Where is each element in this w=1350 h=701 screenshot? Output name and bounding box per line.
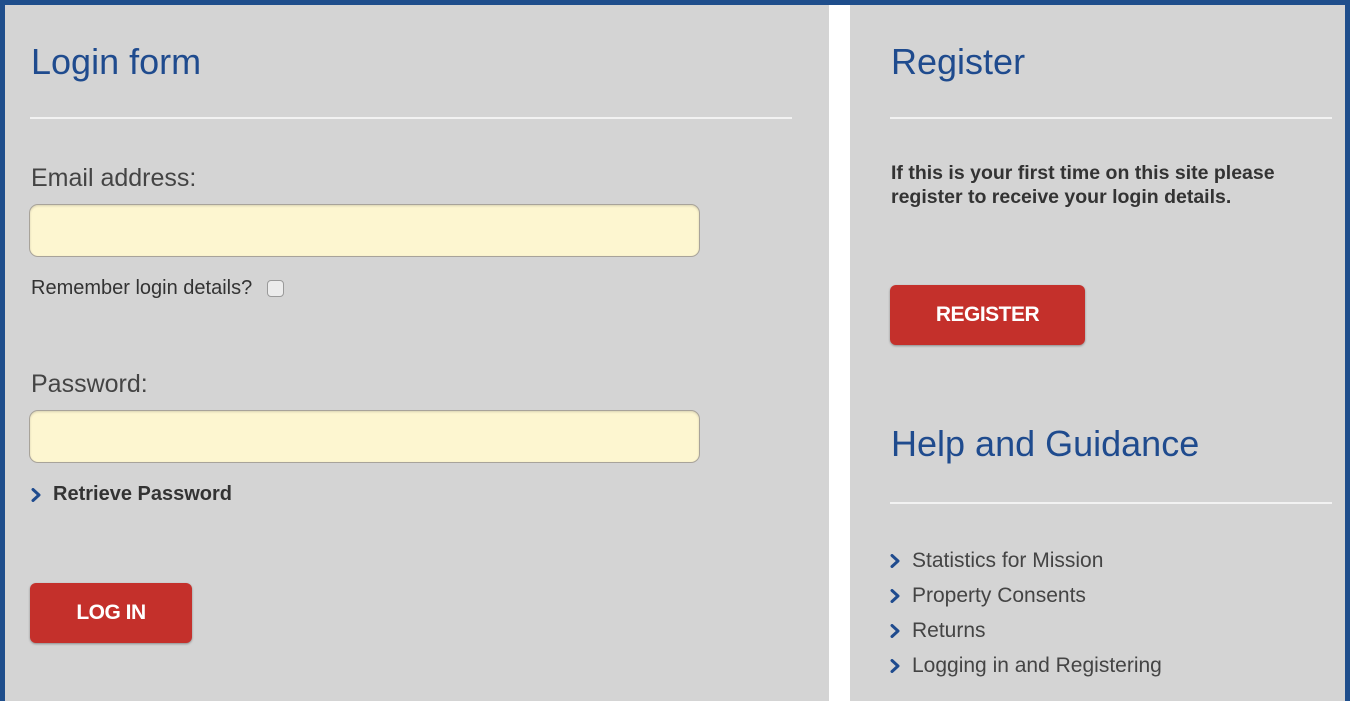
login-panel: Login form Email address: Remember login… [5,5,829,701]
help-link-label: Statistics for Mission [912,548,1104,572]
remember-checkbox[interactable] [267,280,285,297]
remember-label: Remember login details? [31,277,253,299]
help-link-returns[interactable]: Returns [890,613,1162,648]
chevron-right-icon [31,487,41,502]
chevron-right-icon [890,658,900,673]
help-link-label: Property Consents [912,583,1086,607]
register-panel: Register If this is your first time on t… [850,5,1345,701]
register-button[interactable]: REGISTER [890,285,1085,345]
retrieve-password-label: Retrieve Password [53,483,232,505]
help-guidance-title: Help and Guidance [891,423,1200,464]
help-link-property-consents[interactable]: Property Consents [890,578,1162,613]
password-field[interactable] [29,410,700,463]
register-description: If this is your first time on this site … [891,162,1275,208]
help-link-statistics[interactable]: Statistics for Mission [890,543,1162,578]
email-label: Email address: [31,164,197,192]
register-divider [890,117,1332,119]
help-link-logging-in[interactable]: Logging in and Registering [890,648,1162,683]
password-label: Password: [31,370,148,398]
help-link-label: Logging in and Registering [912,653,1162,677]
login-button[interactable]: LOG IN [30,583,192,643]
register-title: Register [891,41,1026,82]
login-form-title: Login form [31,41,202,82]
chevron-right-icon [890,553,900,568]
chevron-right-icon [890,588,900,603]
chevron-right-icon [890,623,900,638]
login-divider [30,117,792,119]
help-divider [890,502,1332,504]
retrieve-password-link[interactable]: Retrieve Password [31,483,232,506]
help-links-list: Statistics for Mission Property Consents… [890,543,1162,683]
email-field[interactable] [29,204,700,257]
remember-row: Remember login details? [31,277,285,300]
help-link-label: Returns [912,618,986,642]
